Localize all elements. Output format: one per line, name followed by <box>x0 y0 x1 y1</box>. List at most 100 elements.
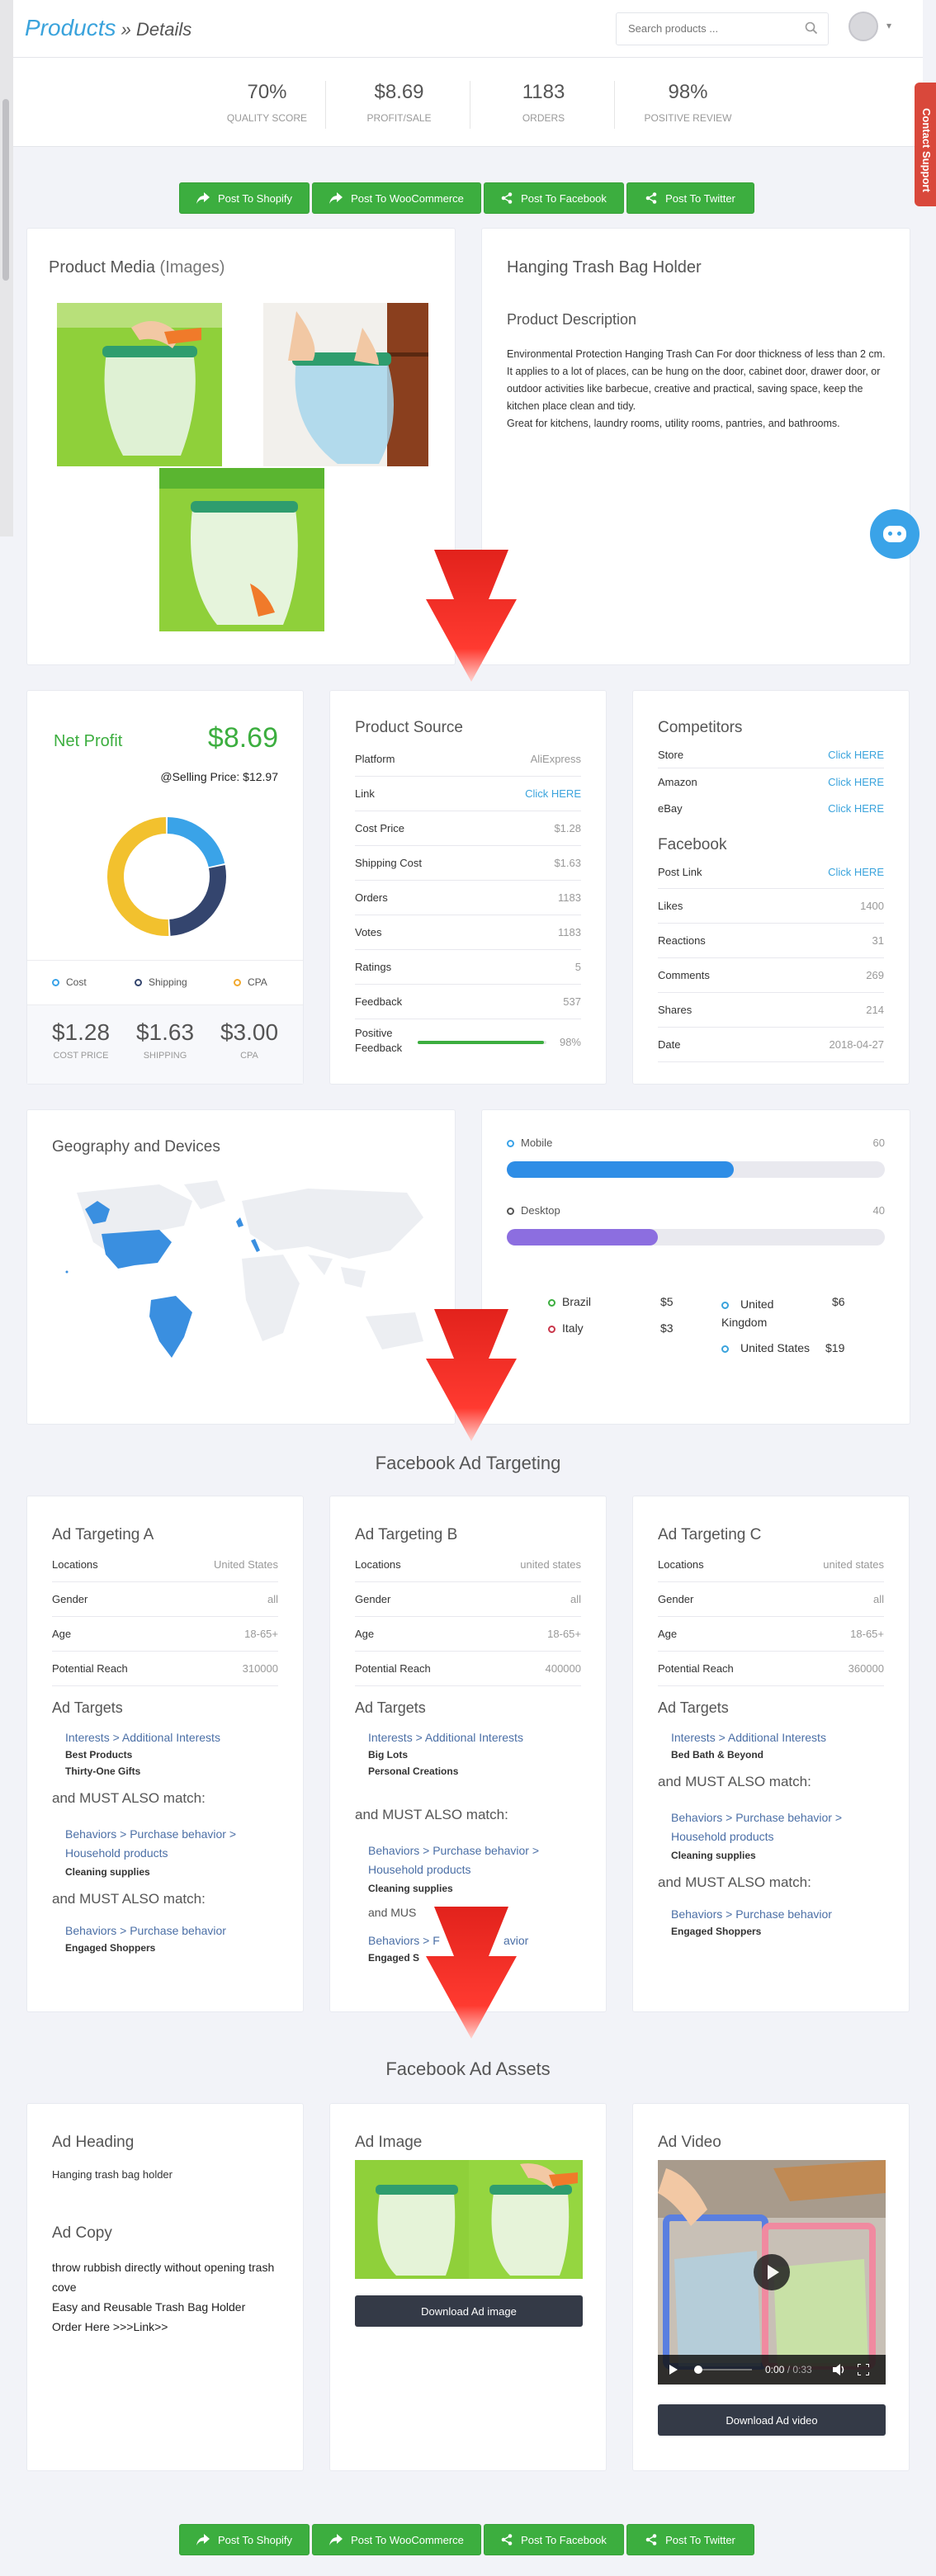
country-united-kingdom: United Kingdom <box>721 1295 812 1331</box>
interests-path: Interests > Additional Interests <box>671 1731 826 1744</box>
page-scrollbar[interactable] <box>0 0 13 536</box>
row-value: 5 <box>574 961 581 973</box>
product-image-3[interactable] <box>159 468 324 631</box>
scrollbar-thumb[interactable] <box>2 99 9 281</box>
source-row-platform: Platform AliExpress <box>355 742 581 777</box>
ad-heading-text: Hanging trash bag holder <box>52 2168 173 2181</box>
match-label: and MUST ALSO match: <box>658 1774 811 1789</box>
post-to-shopify-button[interactable]: Post To Shopify <box>179 182 310 214</box>
row-value: 214 <box>866 1004 884 1016</box>
country-brazil-value: $5 <box>660 1295 674 1308</box>
behavior-item: Engaged Shoppers <box>671 1926 762 1937</box>
search-input[interactable] <box>628 13 793 43</box>
button-label: Post To Twitter <box>665 2533 735 2546</box>
row-key: Age <box>52 1628 72 1640</box>
button-label: Post To Facebook <box>521 2533 607 2546</box>
stat-positive-review: 98% POSITIVE REVIEW <box>616 81 760 124</box>
legend-dot <box>507 1208 514 1216</box>
post-to-facebook-button[interactable]: Post To Facebook <box>484 2524 624 2555</box>
seek-handle[interactable] <box>694 2366 702 2374</box>
product-image-1[interactable] <box>57 303 222 466</box>
legend-dot <box>135 979 142 987</box>
chat-bubble-icon[interactable] <box>870 509 919 559</box>
net-profit-value: $8.69 <box>207 722 278 754</box>
download-ad-image-button[interactable]: Download Ad image <box>355 2295 583 2327</box>
targeting-row-reach: Potential Reach 310000 <box>52 1652 278 1686</box>
fullscreen-icon[interactable] <box>858 2364 869 2375</box>
net-profit-label: Net Profit <box>54 732 123 750</box>
product-description: Environmental Protection Hanging Trash C… <box>507 346 886 432</box>
country-name: Italy <box>562 1321 584 1335</box>
post-to-woocommerce-button[interactable]: Post To WooCommerce <box>312 182 481 214</box>
source-row-ratings: Ratings 5 <box>355 950 581 985</box>
video-seek-bar[interactable] <box>694 2366 752 2374</box>
row-key: Shares <box>658 1004 693 1016</box>
ebay-link[interactable]: Click HERE <box>828 802 884 815</box>
row-key: Age <box>355 1628 375 1640</box>
legend-dot <box>721 1345 729 1353</box>
ad-targeting-a-card: Ad Targeting A Locations United States Ge… <box>26 1496 304 2012</box>
row-value: 31 <box>872 934 884 947</box>
row-key: Link <box>355 787 375 800</box>
ad-copy-line: throw rubbish directly without opening t… <box>52 2261 275 2294</box>
post-link[interactable]: Click HERE <box>828 866 884 878</box>
device-mobile-value: 60 <box>872 1137 885 1149</box>
video-play-overlay-icon[interactable] <box>754 2254 790 2290</box>
fb-row-shares: Shares 214 <box>658 993 884 1028</box>
breadcrumb: Products » Details <box>25 15 191 41</box>
post-to-shopify-button[interactable]: Post To Shopify <box>179 2524 310 2555</box>
store-link[interactable]: Click HERE <box>828 749 884 761</box>
stat-value: 1183 <box>522 81 565 103</box>
legend-dot <box>507 1140 514 1148</box>
product-name: Hanging Trash Bag Holder <box>507 258 702 277</box>
targeting-row-locations: Locations united states <box>658 1548 884 1582</box>
country-italy-value: $3 <box>660 1321 674 1335</box>
ad-image[interactable] <box>355 2160 583 2279</box>
row-value: 537 <box>563 995 581 1008</box>
contact-support-tab[interactable]: Contact Support <box>915 83 936 206</box>
source-row-cost: Cost Price $1.28 <box>355 811 581 846</box>
post-to-twitter-button[interactable]: Post To Twitter <box>626 2524 754 2555</box>
country-united-kingdom-value: $6 <box>832 1295 845 1308</box>
fb-row-likes: Likes 1400 <box>658 889 884 924</box>
row-value: all <box>570 1593 581 1605</box>
donut-slice-cpa <box>107 817 169 936</box>
search-icon[interactable] <box>805 21 818 35</box>
source-link[interactable]: Click HERE <box>525 787 581 800</box>
interests-path: Interests > Additional Interests <box>65 1731 220 1744</box>
legend-label: Cost <box>66 976 87 988</box>
share-arrow-icon <box>196 2534 210 2545</box>
figure-cpa: $3.00 CPA <box>212 1019 286 1061</box>
interests-path: Interests > Additional Interests <box>368 1731 523 1744</box>
mobile-progress-bar <box>507 1161 734 1178</box>
chevron-down-icon[interactable]: ▾ <box>886 20 891 31</box>
country-name: Brazil <box>562 1295 592 1308</box>
behavior-item-partial: Engaged S <box>368 1952 420 1964</box>
user-avatar[interactable] <box>849 12 878 41</box>
breadcrumb-products[interactable]: Products <box>25 15 116 40</box>
stat-label: POSITIVE REVIEW <box>644 112 732 124</box>
ad-targets-title: Ad Targets <box>658 1699 729 1716</box>
post-to-woocommerce-button[interactable]: Post To WooCommerce <box>312 2524 481 2555</box>
competitor-row-store: Store Click HERE <box>658 742 884 768</box>
row-value: 1400 <box>860 900 884 912</box>
legend-label: Shipping <box>149 976 187 988</box>
stat-label: ORDERS <box>522 112 565 124</box>
volume-icon[interactable] <box>833 2364 846 2375</box>
video-current-time: 0:00 <box>765 2364 785 2375</box>
ad-video-player[interactable]: 0:00 / 0:33 <box>658 2160 886 2385</box>
ad-copy-line: Order Here >>>Link>> <box>52 2320 168 2333</box>
share-nodes-icon <box>501 192 513 204</box>
download-ad-video-button[interactable]: Download Ad video <box>658 2404 886 2436</box>
row-value: 1183 <box>558 926 581 938</box>
amazon-link[interactable]: Click HERE <box>828 776 884 788</box>
product-image-2[interactable] <box>263 303 428 466</box>
geography-map-card: Geography and Devices <box>26 1109 456 1425</box>
play-icon[interactable] <box>669 2365 678 2375</box>
post-to-facebook-button[interactable]: Post To Facebook <box>484 182 624 214</box>
interest-item: Best Products <box>65 1749 133 1761</box>
post-to-twitter-button[interactable]: Post To Twitter <box>626 182 754 214</box>
match-label-partial: and MUS <box>368 1906 417 1919</box>
red-arrow-icon <box>426 1309 517 1441</box>
figure-label: CPA <box>240 1051 258 1061</box>
